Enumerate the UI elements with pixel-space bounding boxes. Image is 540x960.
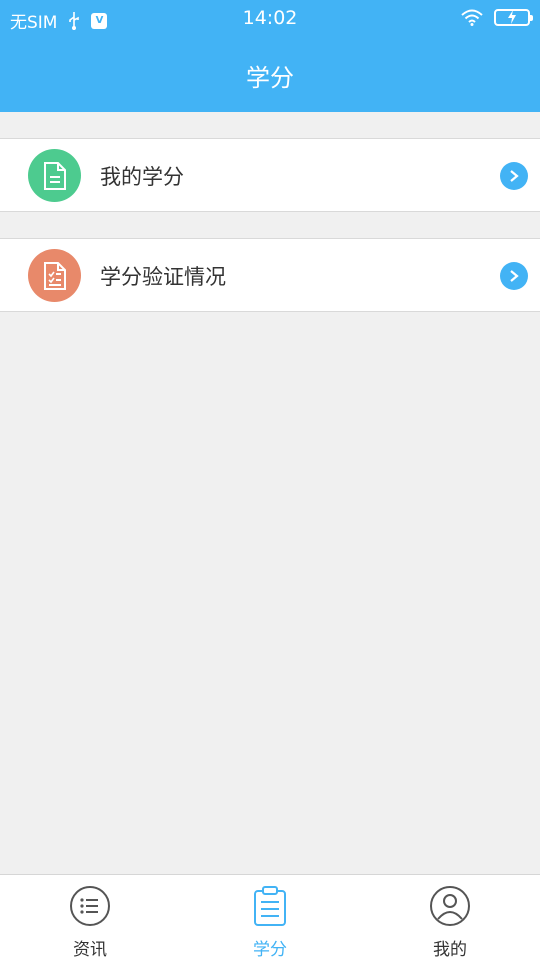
chevron-right-icon[interactable] (500, 162, 528, 190)
tab-credits[interactable]: 学分 (180, 875, 360, 960)
wifi-icon (461, 9, 483, 26)
clipboard-icon (254, 886, 286, 926)
status-bar: 无SIM V 14:02 (0, 0, 540, 38)
tab-news[interactable]: 资讯 (0, 875, 180, 960)
tab-bar: 资讯 学分 我的 (0, 874, 540, 960)
document-icon (28, 149, 81, 202)
list-item-my-credits[interactable]: 我的学分 (0, 138, 540, 212)
tab-mine[interactable]: 我的 (360, 875, 540, 960)
checklist-icon (28, 249, 81, 302)
list-item-label: 学分验证情况 (100, 265, 226, 289)
tab-label: 学分 (253, 940, 287, 960)
list-item-credit-verification[interactable]: 学分验证情况 (0, 238, 540, 312)
chevron-right-icon[interactable] (500, 262, 528, 290)
battery-charging-icon (494, 8, 533, 26)
user-icon (430, 886, 470, 926)
header-bar: 无SIM V 14:02 学分 (0, 0, 540, 112)
tab-label: 我的 (433, 940, 467, 960)
tab-label: 资讯 (73, 940, 107, 960)
list-icon (70, 886, 110, 926)
page-title: 学分 (246, 64, 294, 92)
status-time: 14:02 (242, 7, 298, 29)
list-item-label: 我的学分 (100, 165, 184, 189)
